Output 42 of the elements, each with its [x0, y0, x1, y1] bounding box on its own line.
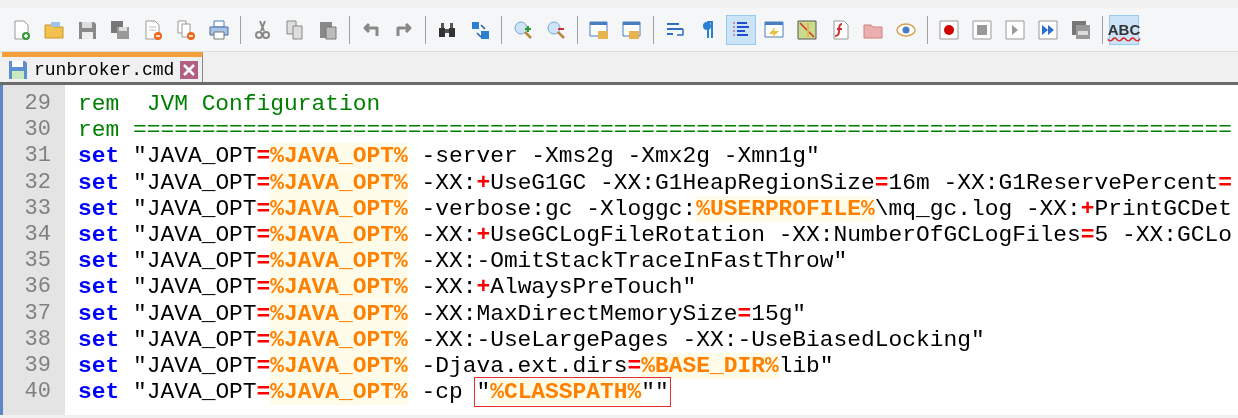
- line-number: 35: [23, 248, 52, 275]
- line-number: 34: [23, 221, 52, 249]
- window-lightning-icon: [763, 18, 785, 41]
- line-number: 29: [23, 91, 52, 118]
- code-line: set "JAVA_OPT=%JAVA_OPT% -XX:MaxDirectMemorySize=15g": [78, 300, 808, 327]
- code-line: set "JAVA_OPT=%JAVA_OPT% -server -Xms2g -Xmx2g -Xmn1g": [78, 143, 821, 170]
- close-file-icon: [142, 18, 164, 41]
- stop-icon: [971, 18, 993, 41]
- code-line: set "JAVA_OPT=%JAVA_OPT% -XX:-OmitStackTraceInFastThrow": [78, 248, 849, 275]
- code-line: set "JAVA_OPT=%JAVA_OPT% -cp "%CLASSPATH%"": [78, 379, 670, 406]
- record-icon: [938, 18, 960, 41]
- line-number: 31: [23, 143, 52, 170]
- code-line: set "JAVA_OPT=%JAVA_OPT% -Djava.ext.dirs=%BASE_DIR%lib": [78, 352, 835, 380]
- code-line: set "JAVA_OPT=%JAVA_OPT% -XX:+UseGCLogFileRotation -XX:NumberOfGCLogFiles=5 -XX:GCLo: [78, 221, 1233, 249]
- line-number: 33: [23, 195, 52, 222]
- code-line: set "JAVA_OPT=%JAVA_OPT% -XX:+UseG1GC -XX:G1HeapRegionSize=16m -XX:G1ReservePercent=: [78, 169, 1233, 196]
- close-all-files-icon: [175, 18, 197, 41]
- code-line: set "JAVA_OPT=%JAVA_OPT% -XX:+AlwaysPreTouch": [78, 274, 698, 301]
- line-number: 38: [23, 326, 52, 353]
- file-tab[interactable]: runbroker.cmd: [2, 52, 204, 82]
- line-number: 30: [23, 117, 52, 144]
- fast-forward-icon: [1037, 18, 1059, 41]
- zoom-in-icon: [512, 18, 534, 41]
- close-icon[interactable]: [180, 60, 199, 79]
- map-icon: [796, 18, 818, 41]
- printer-icon: [208, 18, 230, 41]
- zoom-out-icon: [545, 18, 567, 41]
- tab-label: runbroker.cmd: [34, 59, 175, 80]
- line-number: 40: [23, 379, 52, 406]
- code-line: rem JVM Configuration: [78, 91, 382, 118]
- line-number: 39: [23, 352, 52, 380]
- line-number: 32: [23, 169, 52, 196]
- line-number: 36: [23, 274, 52, 301]
- line-number: 37: [23, 300, 52, 327]
- code-line: set "JAVA_OPT=%JAVA_OPT% -XX:-UseLargePages -XX:-UseBiasedLocking": [78, 326, 986, 353]
- spell-check-button[interactable]: ABC: [1109, 14, 1139, 45]
- code-line: set "JAVA_OPT=%JAVA_OPT% -verbose:gc -Xloggc:%USERPROFILE%\mq_gc.log -XX:+PrintGCDet: [78, 195, 1233, 222]
- floppy-disks-icon: [109, 18, 131, 41]
- code-line: rem ================================================================================: [78, 117, 1233, 144]
- copy-icon: [284, 18, 306, 41]
- play-icon: [1004, 18, 1026, 41]
- indent-guide-button[interactable]: [726, 14, 756, 45]
